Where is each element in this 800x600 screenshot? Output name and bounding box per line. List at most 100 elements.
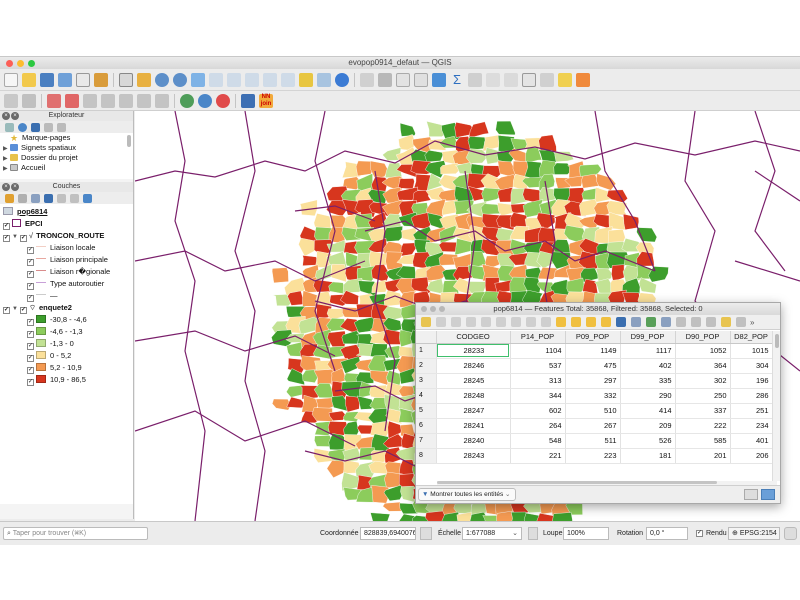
filter-browser-icon[interactable]	[31, 122, 40, 132]
close-panel-icon[interactable]: ×	[2, 112, 10, 120]
table-cell[interactable]: 337	[675, 403, 731, 419]
row-number[interactable]: 7	[416, 433, 437, 449]
add-group-icon[interactable]	[18, 193, 27, 203]
delete-field-icon[interactable]	[690, 317, 701, 327]
browser-item[interactable]: ★ Marque-pages	[0, 133, 133, 143]
filter-select-icon[interactable]	[615, 317, 626, 327]
multi-edit-icon[interactable]	[435, 317, 446, 327]
zoom-window-icon[interactable]	[439, 306, 445, 312]
layer-visibility-checkbox[interactable]: ✓	[3, 307, 10, 314]
table-cell[interactable]: 602	[510, 403, 566, 419]
cut-icon[interactable]	[510, 317, 521, 327]
legend-class[interactable]: ✓ Liaison principale	[0, 254, 133, 266]
open-attribute-table-icon[interactable]	[396, 72, 410, 87]
organize-columns-icon[interactable]	[705, 317, 716, 327]
measure-icon[interactable]	[468, 72, 482, 87]
class-visibility-checkbox[interactable]: ✓	[27, 319, 34, 326]
show-all-features-button[interactable]: ▼ Montrer toutes les entités ⌄	[418, 488, 516, 501]
table-cell[interactable]: 537	[510, 358, 566, 374]
lock-scale-icon[interactable]	[528, 527, 538, 540]
layer-item[interactable]: ✓ EPCI	[0, 218, 133, 230]
change-label-icon[interactable]	[155, 93, 169, 108]
add-feature-icon[interactable]	[480, 317, 491, 327]
decorations-icon[interactable]	[540, 72, 554, 87]
table-view-icon[interactable]	[761, 489, 775, 500]
table-cell[interactable]: 28233	[436, 343, 511, 359]
class-visibility-checkbox[interactable]: ✓	[27, 283, 34, 290]
pan-to-selected-icon[interactable]	[645, 317, 656, 327]
table-cell[interactable]: 1015	[730, 343, 773, 359]
table-cell[interactable]: 304	[730, 358, 773, 374]
copy-icon[interactable]	[525, 317, 536, 327]
legend-class[interactable]: ✓ -4,6 - -1,3	[0, 326, 133, 338]
table-cell[interactable]: 364	[675, 358, 731, 374]
refresh-browser-icon[interactable]	[18, 122, 27, 132]
label-tool-icon[interactable]	[47, 93, 61, 108]
table-row[interactable]: 4 28248 344 332 290 250 286	[416, 388, 773, 404]
table-row[interactable]: 8 28243 221 223 181 201 206	[416, 448, 773, 464]
legend-class[interactable]: ✓ —	[0, 290, 133, 302]
row-number[interactable]: 3	[416, 373, 437, 389]
table-cell[interactable]: 475	[565, 358, 621, 374]
table-cell[interactable]: 264	[510, 418, 566, 434]
style-manager-icon[interactable]	[558, 72, 572, 87]
add-selected-layer-icon[interactable]	[5, 122, 14, 132]
class-visibility-checkbox[interactable]: ✓	[27, 295, 34, 302]
table-cell[interactable]: 1052	[675, 343, 731, 359]
table-cell[interactable]: 267	[565, 418, 621, 434]
table-row[interactable]: 2 28246 537 475 402 364 304	[416, 358, 773, 374]
manage-themes-icon[interactable]	[31, 193, 40, 203]
select-features-icon[interactable]	[378, 72, 392, 87]
plugin-tool-icon[interactable]	[576, 72, 590, 87]
zoom-full-icon[interactable]	[191, 72, 205, 87]
close-window-icon[interactable]	[421, 306, 427, 312]
render-checkbox[interactable]: ✓	[696, 530, 703, 537]
field-calculator-icon[interactable]	[414, 72, 428, 87]
coordinate-field[interactable]: 828839,6940076	[360, 527, 416, 540]
statistical-summary-icon[interactable]: Σ	[450, 72, 464, 87]
table-cell[interactable]: 335	[620, 373, 676, 389]
zoom-next-icon[interactable]	[281, 72, 295, 87]
delete-feature-icon[interactable]	[495, 317, 506, 327]
gps-icon[interactable]	[216, 93, 230, 108]
column-header[interactable]: CODGEO	[436, 331, 511, 344]
table-cell[interactable]: 402	[620, 358, 676, 374]
table-cell[interactable]: 302	[675, 373, 731, 389]
legend-class[interactable]: ✓ Liaison r�gionale	[0, 266, 133, 278]
style-panel-icon[interactable]	[5, 193, 14, 203]
nnjoin-plugin-icon[interactable]: NN join	[259, 93, 273, 108]
expand-all-icon[interactable]	[70, 193, 79, 203]
current-edits-icon[interactable]	[4, 93, 18, 108]
actions-icon[interactable]	[735, 317, 746, 327]
class-visibility-checkbox[interactable]: ✓	[27, 259, 34, 266]
zoom-window-icon[interactable]	[28, 60, 35, 67]
table-cell[interactable]: 251	[730, 403, 773, 419]
row-number[interactable]: 4	[416, 388, 437, 404]
table-cell[interactable]: 221	[510, 448, 566, 464]
locator-search-input[interactable]: ⌕ Taper pour trouver (⌘K)	[3, 527, 148, 540]
table-cell[interactable]: 414	[620, 403, 676, 419]
filter-expression-icon[interactable]	[57, 193, 66, 203]
identify-icon[interactable]	[360, 72, 374, 87]
table-cell[interactable]: 290	[620, 388, 676, 404]
row-number[interactable]: 2	[416, 358, 437, 374]
invert-selection-icon[interactable]	[585, 317, 596, 327]
layer-visibility-checkbox[interactable]: ✓	[3, 235, 10, 242]
select-all-icon[interactable]	[570, 317, 581, 327]
map-tips-icon[interactable]	[486, 72, 500, 87]
table-cell[interactable]: 234	[730, 418, 773, 434]
pin-labels-icon[interactable]	[83, 93, 97, 108]
legend-class[interactable]: ✓ -1,3 - 0	[0, 338, 133, 350]
table-cell[interactable]: 206	[730, 448, 773, 464]
table-cell[interactable]: 28240	[436, 433, 511, 449]
properties-icon[interactable]	[57, 122, 66, 132]
legend-class[interactable]: ✓ 5,2 - 10,9	[0, 362, 133, 374]
class-visibility-checkbox[interactable]: ✓	[27, 367, 34, 374]
float-panel-icon[interactable]: ×	[11, 183, 19, 191]
magnifier-spinbox[interactable]: 100%	[563, 527, 609, 540]
add-wfs-icon[interactable]	[198, 93, 212, 108]
toggle-editing-icon[interactable]	[22, 93, 36, 108]
layer-item[interactable]: ✓ ▼ ✓ ⌔ enquete2	[0, 302, 133, 314]
row-number[interactable]: 6	[416, 418, 437, 434]
table-cell[interactable]: 28241	[436, 418, 511, 434]
